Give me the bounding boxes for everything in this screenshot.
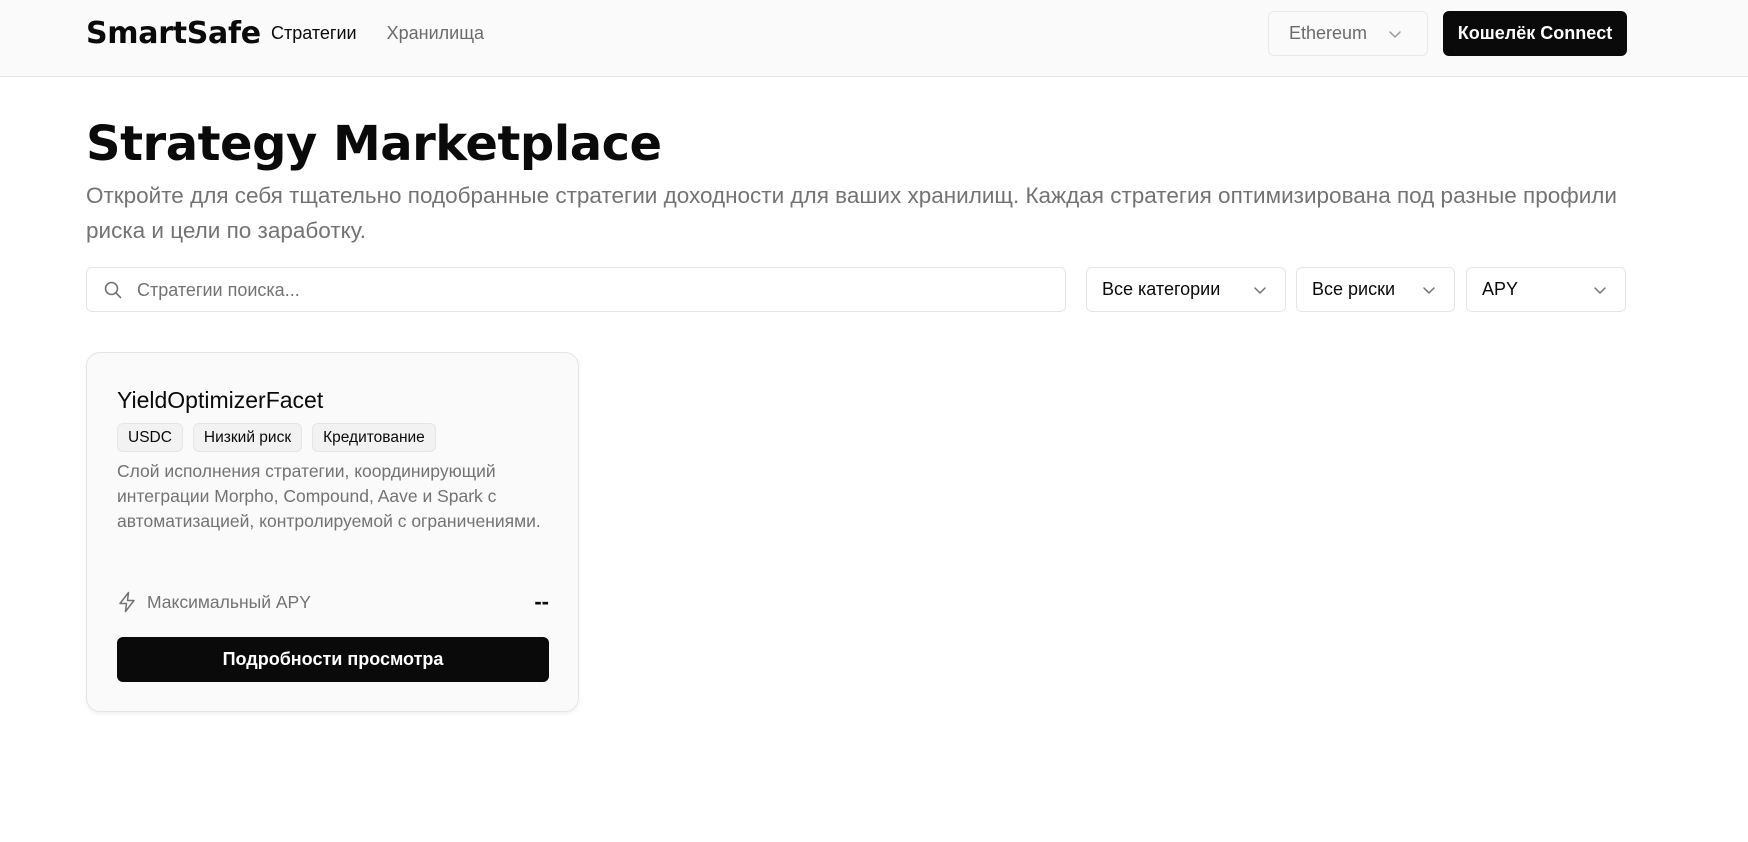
network-select[interactable]: Ethereum — [1268, 11, 1428, 56]
nav-link-strategies[interactable]: Стратегии — [271, 23, 357, 44]
strategy-title: YieldOptimizerFacet — [117, 387, 324, 413]
apy-value: -- — [534, 589, 549, 614]
main-nav: Стратегии Хранилища — [271, 23, 484, 44]
strategy-tags: USDC Низкий риск Кредитование — [117, 423, 436, 452]
page-title: Strategy Marketplace — [86, 116, 662, 172]
bolt-icon — [117, 591, 137, 618]
tag-asset: USDC — [117, 423, 183, 452]
category-filter[interactable]: Все категории — [1086, 267, 1286, 312]
app-logo[interactable]: SmartSafe — [86, 16, 261, 51]
chevron-down-icon — [1385, 24, 1405, 49]
search-box — [86, 267, 1066, 312]
apy-row: Максимальный APY -- — [117, 589, 549, 617]
apy-label: Максимальный APY — [147, 592, 311, 612]
risk-filter[interactable]: Все риски — [1296, 267, 1455, 312]
top-navbar: SmartSafe Стратегии Хранилища Ethereum К… — [0, 0, 1748, 77]
strategy-description: Слой исполнения стратегии, координирующи… — [117, 461, 541, 531]
chevron-down-icon — [1250, 280, 1270, 305]
chevron-down-icon — [1419, 280, 1439, 305]
network-select-value: Ethereum — [1289, 23, 1368, 43]
tag-category: Кредитование — [312, 423, 436, 452]
sort-filter[interactable]: APY — [1466, 267, 1626, 312]
search-icon — [103, 280, 123, 305]
strategy-card: YieldOptimizerFacet USDC Низкий риск Кре… — [86, 352, 579, 712]
risk-filter-value: Все риски — [1312, 279, 1396, 299]
view-details-button[interactable]: Подробности просмотра — [117, 637, 549, 682]
tag-risk: Низкий риск — [192, 423, 303, 452]
page-subtitle: Откройте для себя тщательно подобранные … — [86, 183, 1617, 243]
chevron-down-icon — [1590, 280, 1610, 305]
search-input[interactable] — [137, 276, 1037, 304]
category-filter-value: Все категории — [1102, 279, 1221, 299]
connect-wallet-button[interactable]: Кошелёк Connect — [1443, 11, 1627, 56]
sort-filter-value: APY — [1482, 279, 1519, 299]
nav-link-vaults[interactable]: Хранилища — [387, 23, 484, 44]
